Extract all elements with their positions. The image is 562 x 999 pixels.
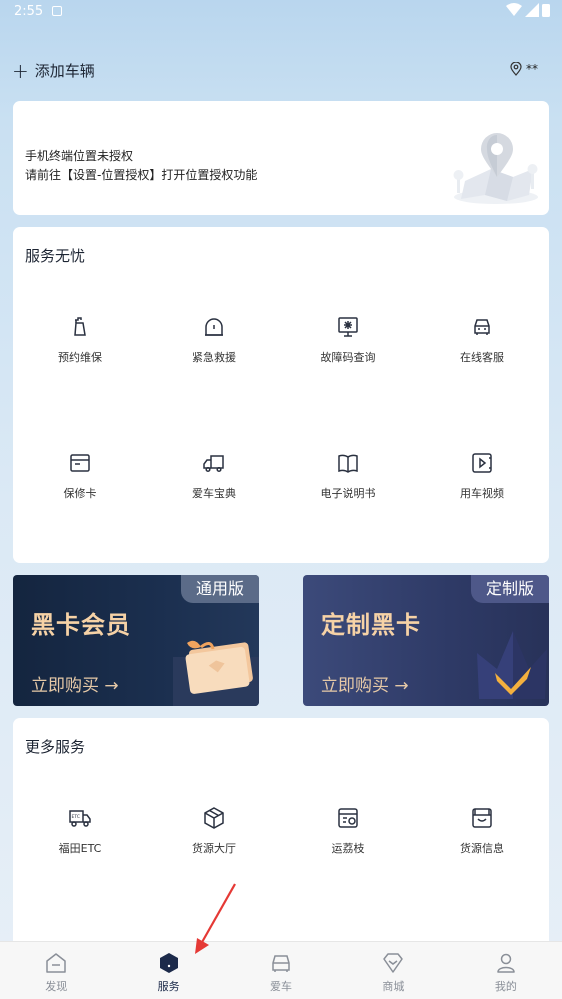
- plus-icon: +: [12, 58, 29, 83]
- more-services-card: 更多服务 ETC 福田ETC 货源大厅 运荔枝 货源信息: [13, 718, 549, 958]
- add-vehicle-label: 添加车辆: [34, 62, 95, 80]
- manual-book-icon: [338, 454, 358, 473]
- promo-title: 黑卡会员: [31, 611, 131, 639]
- discover-icon: [46, 953, 66, 973]
- more-service-cargo-info[interactable]: 货源信息: [415, 806, 549, 942]
- nav-label: 商城: [382, 980, 405, 993]
- buy-now-button[interactable]: 立即购买 →: [321, 671, 409, 696]
- nav-label: 服务: [157, 980, 180, 993]
- crown-illustration: [477, 631, 547, 699]
- maintenance-icon: [74, 317, 86, 336]
- truck-icon: [203, 455, 224, 473]
- service-label: 用车视频: [460, 487, 504, 500]
- bottom-nav: 发现 服务 爱车 商城 我的: [0, 941, 562, 999]
- more-service-etc[interactable]: ETC 福田ETC: [13, 806, 147, 942]
- location-pin-icon: [510, 62, 522, 76]
- rescue-icon: [205, 318, 223, 336]
- service-label: 预约维保: [58, 351, 102, 364]
- location-notice-card[interactable]: 手机终端位置未授权 请前往【设置-位置授权】打开位置授权功能: [13, 101, 549, 215]
- service-fault-code[interactable]: 故障码查询: [281, 315, 415, 451]
- more-service-label: 货源大厅: [192, 842, 236, 855]
- notification-a-icon: [52, 6, 62, 16]
- nav-mall[interactable]: 商城: [337, 942, 449, 999]
- customer-service-icon: [474, 319, 490, 335]
- annotation-arrow: [195, 883, 236, 954]
- signal-icon: [525, 3, 539, 17]
- service-label: 故障码查询: [320, 351, 376, 364]
- service-label: 紧急救援: [192, 351, 236, 364]
- car-icon: [272, 955, 290, 972]
- location-map-illustration: [453, 133, 538, 204]
- nav-label: 发现: [45, 980, 68, 993]
- etc-truck-icon: ETC: [69, 810, 91, 827]
- status-time: 2:55: [14, 4, 44, 19]
- nav-mine[interactable]: 我的: [450, 942, 562, 999]
- location-label: **: [526, 62, 538, 76]
- service-label: 在线客服: [460, 351, 504, 364]
- shipping-icon: [338, 808, 358, 828]
- service-warranty-card[interactable]: 保修卡: [13, 451, 147, 587]
- battery-icon: [542, 4, 550, 17]
- services-grid: 预约维保 紧急救援 故障码查询 在线客服 保修卡 爱车宝典 电子说明书 用车视频: [13, 315, 549, 587]
- service-icon: [159, 953, 178, 973]
- package-icon: [204, 807, 224, 829]
- service-label: 保修卡: [63, 487, 97, 500]
- service-label: 爱车宝典: [192, 487, 236, 500]
- more-service-label: 货源信息: [460, 842, 504, 855]
- promo-tag: 通用版: [181, 575, 259, 603]
- location-button[interactable]: **: [510, 62, 538, 76]
- service-label: 电子说明书: [320, 487, 376, 500]
- fault-code-icon: [338, 317, 358, 337]
- services-card: 服务无忧 预约维保 紧急救援 故障码查询 在线客服 保修卡 爱车宝典 电子说明书…: [13, 227, 549, 563]
- notice-line-2: 请前往【设置-位置授权】打开位置授权功能: [25, 168, 258, 182]
- promo-tag: 定制版: [471, 575, 549, 603]
- cargo-info-icon: [472, 808, 492, 828]
- black-card-member-banner[interactable]: 通用版 黑卡会员 立即购买 →: [13, 575, 259, 706]
- top-row: + 添加车辆 **: [12, 58, 550, 86]
- wifi-icon: [506, 3, 522, 16]
- service-online-support[interactable]: 在线客服: [415, 315, 549, 451]
- more-service-label: 运荔枝: [331, 842, 365, 855]
- nav-label: 爱车: [270, 980, 293, 993]
- custom-black-card-banner[interactable]: 定制版 定制黑卡 立即购买 →: [303, 575, 549, 706]
- svg-text:ETC: ETC: [72, 814, 80, 820]
- service-e-manual[interactable]: 电子说明书: [281, 451, 415, 587]
- buy-now-button[interactable]: 立即购买 →: [31, 671, 119, 696]
- warranty-card-icon: [70, 454, 90, 472]
- mall-diamond-icon: [383, 953, 404, 973]
- promo-title: 定制黑卡: [321, 611, 421, 639]
- nav-discover[interactable]: 发现: [0, 942, 112, 999]
- more-services-grid: ETC 福田ETC 货源大厅 运荔枝 货源信息: [13, 806, 549, 942]
- service-car-video[interactable]: 用车视频: [415, 451, 549, 587]
- service-rescue[interactable]: 紧急救援: [147, 315, 281, 451]
- notice-line-1: 手机终端位置未授权: [25, 149, 134, 163]
- gift-card-illustration: [173, 640, 259, 706]
- video-icon: [472, 453, 492, 473]
- service-maintenance[interactable]: 预约维保: [13, 315, 147, 451]
- status-bar: 2:55: [0, 0, 562, 24]
- profile-icon: [497, 953, 515, 973]
- status-indicators: [506, 3, 550, 17]
- more-services-title: 更多服务: [25, 738, 86, 756]
- service-car-guide[interactable]: 爱车宝典: [147, 451, 281, 587]
- more-service-lychee[interactable]: 运荔枝: [281, 806, 415, 942]
- add-vehicle-button[interactable]: + 添加车辆: [12, 60, 95, 81]
- nav-label: 我的: [494, 980, 517, 993]
- more-service-label: 福田ETC: [58, 842, 102, 855]
- services-title: 服务无忧: [25, 247, 86, 265]
